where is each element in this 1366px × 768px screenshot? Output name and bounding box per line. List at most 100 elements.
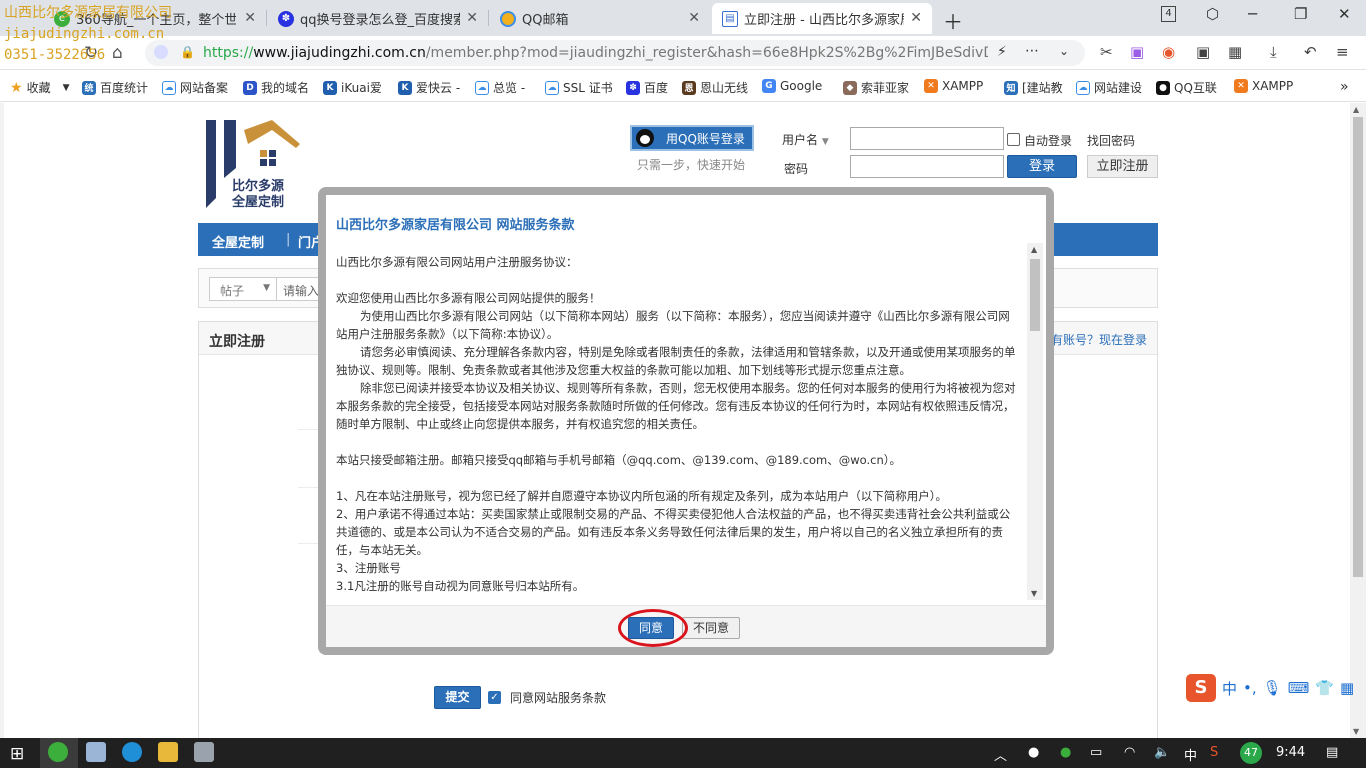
tray-expand-icon[interactable]: ︿ (994, 745, 1007, 764)
shirt-icon[interactable]: ⬡ (1206, 5, 1219, 23)
scroll-down-arrow[interactable]: ▼ (1031, 589, 1037, 598)
skin-icon[interactable]: 👕 (1315, 679, 1334, 697)
scroll-up-arrow[interactable]: ▲ (1031, 245, 1037, 254)
bookmark-item[interactable]: KiKuai爱 (323, 79, 382, 96)
bookmark-item[interactable]: ◆ 索菲亚家 (843, 79, 909, 96)
wifi-icon[interactable]: ◠ (1124, 745, 1135, 760)
page-scrollbar[interactable]: ▲ ▼ (1350, 103, 1366, 738)
game-icon[interactable]: ◉ (1162, 43, 1175, 61)
close-icon[interactable]: ✕ (466, 10, 478, 26)
minimize-icon[interactable]: ─ (1248, 5, 1257, 23)
scissors-icon[interactable]: ✂ (1100, 43, 1113, 61)
microphone-icon[interactable]: 🎙 (1263, 679, 1282, 697)
bookmark-favorites[interactable]: ★ 收藏 ▼ (10, 79, 70, 96)
address-bar-row: ↻ ⌂ 🔒 https://www.jiajudingzhi.com.cn/me… (0, 36, 1366, 70)
close-icon[interactable]: ✕ (688, 10, 700, 26)
agree-terms-label[interactable]: 同意网站服务条款 (510, 689, 606, 706)
submit-button[interactable]: 提交 (434, 686, 481, 709)
tool-icon[interactable] (194, 742, 214, 762)
qq-login-button[interactable]: 用QQ账号登录 (630, 125, 754, 151)
action-center-icon[interactable]: ▤ (1326, 745, 1338, 760)
notepad-icon[interactable] (86, 742, 106, 762)
lock-icon: 🔒 (180, 45, 195, 59)
scrollbar-thumb[interactable] (1353, 117, 1363, 577)
close-icon[interactable]: ✕ (244, 10, 256, 26)
ime-lang-toggle[interactable]: 中 (1222, 678, 1237, 699)
notification-badge[interactable]: 47 (1240, 742, 1262, 764)
bookmark-item[interactable]: ☁ SSL 证书 (545, 79, 613, 96)
undo-icon[interactable]: ↶ (1304, 43, 1317, 61)
bookmark-item[interactable]: ☁ 总览 - (475, 79, 525, 96)
tab-register-active[interactable]: ▤ 立即注册 - 山西比尔多源家居 ✕ (712, 3, 932, 34)
360-browser-icon[interactable] (48, 742, 68, 762)
tab-baidu-search[interactable]: ✽ qq换号登录怎么登_百度搜索 ✕ (268, 3, 488, 34)
url-input[interactable]: 🔒 https://www.jiajudingzhi.com.cn/member… (145, 40, 1085, 66)
username-input[interactable] (850, 127, 1004, 150)
disagree-button[interactable]: 不同意 (682, 617, 740, 639)
terms-scroll-area[interactable]: 山西比尔多源有限公司网站用户注册服务协议： 欢迎您使用山西比尔多源有限公司网站提… (336, 243, 1043, 600)
restore-icon[interactable]: ❐ (1294, 5, 1307, 23)
ime-toolbar[interactable]: S 中 •, 🎙 ⌨ 👕 ▦ (1186, 672, 1362, 704)
apps-grid-icon[interactable]: ▦ (1228, 43, 1242, 61)
ime-punct-toggle[interactable]: •, (1243, 679, 1257, 697)
more-icon[interactable]: ⋯ (1025, 43, 1039, 59)
new-tab-button[interactable]: ＋ (943, 6, 963, 35)
clock[interactable]: 9:44 (1276, 745, 1305, 760)
scroll-down-arrow[interactable]: ▼ (1353, 727, 1359, 736)
lightning-icon[interactable]: ⚡ (997, 44, 1007, 60)
bookmark-item[interactable]: ☁ 网站建设 (1076, 79, 1142, 96)
bookmark-item[interactable]: 统百度统计 (82, 79, 148, 96)
tab-label: 立即注册 - 山西比尔多源家居 (744, 13, 904, 28)
360-tray-icon[interactable]: ● (1060, 745, 1071, 760)
tab-count-icon[interactable]: 4 (1161, 6, 1176, 22)
qq-login-hint: 只需一步，快速开始 (637, 158, 746, 172)
bookmark-item[interactable]: D 我的域名 (243, 79, 309, 96)
password-input[interactable] (850, 155, 1004, 178)
more-bookmarks-icon[interactable]: » (1340, 79, 1349, 95)
username-label[interactable]: 用户名 ▼ (782, 131, 829, 148)
domain-icon: D (243, 80, 257, 95)
sogou-icon[interactable]: S (1186, 674, 1216, 702)
sogou-tray-icon[interactable]: S (1210, 745, 1218, 760)
login-now-link[interactable]: 已有账号？现在登录 (1039, 331, 1147, 348)
bookmark-item[interactable]: ✕ XAMPP (1234, 79, 1293, 93)
download-icon[interactable]: ⤓ (1270, 43, 1277, 61)
translate-icon[interactable]: ▣ (1130, 43, 1144, 61)
folder-icon[interactable] (158, 742, 178, 762)
close-window-icon[interactable]: ✕ (1338, 5, 1351, 23)
windows-start-icon[interactable]: ⊞ (10, 744, 24, 764)
qq-tray-icon[interactable]: ● (1028, 745, 1039, 760)
bookmark-item[interactable]: ● QQ互联 (1156, 79, 1217, 96)
login-button[interactable]: 登录 (1007, 155, 1077, 178)
battery-icon[interactable]: ▭ (1090, 745, 1102, 760)
search-type-select[interactable]: 帖子 ▼ (209, 277, 277, 301)
bookmark-item[interactable]: ✕ XAMPP (924, 79, 983, 93)
qq-penguin-icon (636, 129, 654, 147)
close-icon[interactable]: ✕ (910, 10, 922, 26)
auto-login-checkbox[interactable] (1007, 133, 1020, 146)
enshan-icon: 恩 (682, 80, 696, 95)
chevron-down-icon[interactable]: ⌄ (1059, 44, 1069, 58)
register-title: 立即注册 (209, 334, 265, 350)
input-lang[interactable]: 中 (1184, 745, 1197, 764)
bookmark-item[interactable]: ✽ 百度 (626, 79, 668, 96)
bookmark-item[interactable]: ☁ 网站备案 (162, 79, 228, 96)
scrollbar-thumb[interactable] (1030, 259, 1040, 331)
bookmark-item[interactable]: K 爱快云 - (398, 79, 460, 96)
window-icon[interactable]: ▣ (1196, 43, 1210, 61)
register-button[interactable]: 立即注册 (1087, 155, 1158, 178)
bookmark-item[interactable]: G Google (762, 79, 822, 93)
agree-terms-checkbox[interactable]: ✓ (488, 691, 501, 704)
terms-scrollbar[interactable]: ▲ ▼ (1027, 243, 1043, 600)
edge-icon[interactable] (122, 742, 142, 762)
volume-icon[interactable]: 🔈 (1154, 745, 1170, 760)
tab-qq-mail[interactable]: QQ邮箱 ✕ (490, 3, 710, 34)
scroll-up-arrow[interactable]: ▲ (1353, 105, 1359, 114)
keyboard-icon[interactable]: ⌨ (1288, 679, 1310, 697)
menu-icon[interactable]: ≡ (1336, 43, 1349, 61)
toolbox-icon[interactable]: ▦ (1340, 679, 1354, 697)
bookmark-item[interactable]: 恩恩山无线 (682, 79, 748, 96)
find-password-link[interactable]: 找回密码 (1087, 132, 1135, 149)
bookmark-item[interactable]: 知 [建站教 (1004, 79, 1063, 96)
nav-item-home[interactable]: 全屋定制 (212, 232, 264, 251)
